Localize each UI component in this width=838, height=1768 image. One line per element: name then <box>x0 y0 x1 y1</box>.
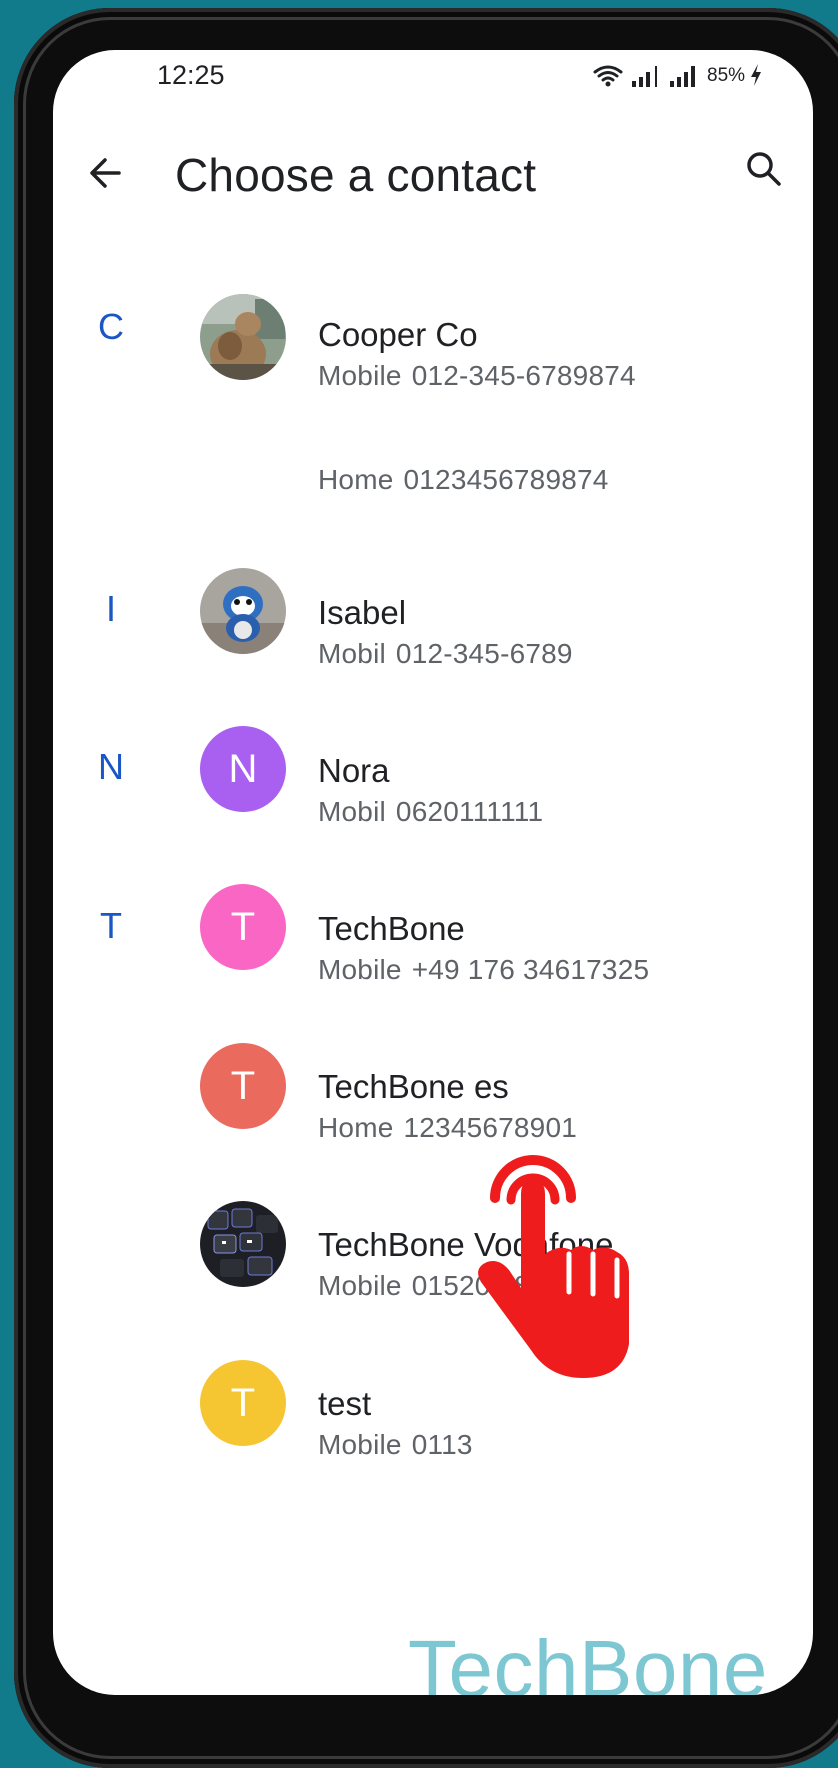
avatar[interactable]: T <box>200 1043 286 1129</box>
back-button[interactable] <box>83 150 129 196</box>
section-header-n: N <box>98 746 124 787</box>
phone-screen: 12:25 85% Choose a contact C Cooper Co M… <box>53 50 813 1695</box>
phone-type: Mobile <box>318 954 402 985</box>
phone-number: 0113 <box>411 1429 473 1460</box>
signal-icon <box>670 66 695 87</box>
phone-number: 012-345-6789874 <box>411 360 636 391</box>
battery-percent: 85% <box>707 65 746 86</box>
phone-number: +49 176 34617325 <box>411 954 650 985</box>
phone-type: Home <box>318 1112 394 1143</box>
phone-number: 0123456789874 <box>403 464 609 495</box>
phone-type: Mobile <box>318 1270 402 1301</box>
avatar[interactable]: T <box>200 884 286 970</box>
page-title: Choose a contact <box>175 149 537 201</box>
tap-hand-icon <box>478 1155 629 1378</box>
avatar[interactable] <box>200 294 286 380</box>
phone-type: Mobil <box>318 638 386 669</box>
contact-phone[interactable]: Mobil 0620111111 <box>318 796 543 828</box>
contact-phone[interactable]: Mobile 0113 <box>318 1429 473 1461</box>
status-icons: 85% <box>593 63 763 87</box>
contact-phone[interactable]: Home 12345678901 <box>318 1112 577 1144</box>
contact-name[interactable]: TechBone es <box>318 1068 509 1106</box>
avatar[interactable]: T <box>200 1360 286 1446</box>
phone-number: 0620111111 <box>395 796 544 827</box>
search-button[interactable] <box>741 146 787 192</box>
contact-phone[interactable]: Mobil 012-345-6789 <box>318 638 573 670</box>
photo-avatar-keyboard-icon <box>200 1201 286 1287</box>
wifi-icon <box>593 65 623 87</box>
section-header-t: T <box>100 905 122 946</box>
contact-name[interactable]: TechBone <box>318 910 465 948</box>
section-header-c: C <box>98 306 124 347</box>
signal-icon <box>632 66 657 87</box>
avatar[interactable] <box>200 568 286 654</box>
watermark-logo: TechBone <box>408 1624 768 1695</box>
phone-type: Home <box>318 464 394 495</box>
phone-number: 12345678901 <box>403 1112 577 1143</box>
section-header-i: I <box>105 588 116 629</box>
arrow-back-icon <box>90 158 121 188</box>
search-icon <box>747 152 781 186</box>
photo-avatar-plush-icon <box>200 568 286 654</box>
phone-type: Mobil <box>318 796 386 827</box>
charging-icon <box>751 64 762 86</box>
contact-phone[interactable]: Mobile +49 176 34617325 <box>318 954 649 986</box>
avatar[interactable] <box>200 1201 286 1287</box>
phone-type: Mobile <box>318 1429 402 1460</box>
contact-name[interactable]: test <box>318 1385 371 1423</box>
phone-number: 012-345-6789 <box>395 638 573 669</box>
contact-name[interactable]: Cooper Co <box>318 316 478 354</box>
status-time: 12:25 <box>157 60 225 90</box>
contact-name[interactable]: Isabel <box>318 594 406 632</box>
phone-type: Mobile <box>318 360 402 391</box>
contact-name[interactable]: Nora <box>318 752 390 790</box>
photo-avatar-dog-icon <box>200 294 286 380</box>
contact-phone[interactable]: Mobile 012-345-6789874 <box>318 360 636 392</box>
contact-phone[interactable]: Home 0123456789874 <box>318 464 609 496</box>
avatar[interactable]: N <box>200 726 286 812</box>
